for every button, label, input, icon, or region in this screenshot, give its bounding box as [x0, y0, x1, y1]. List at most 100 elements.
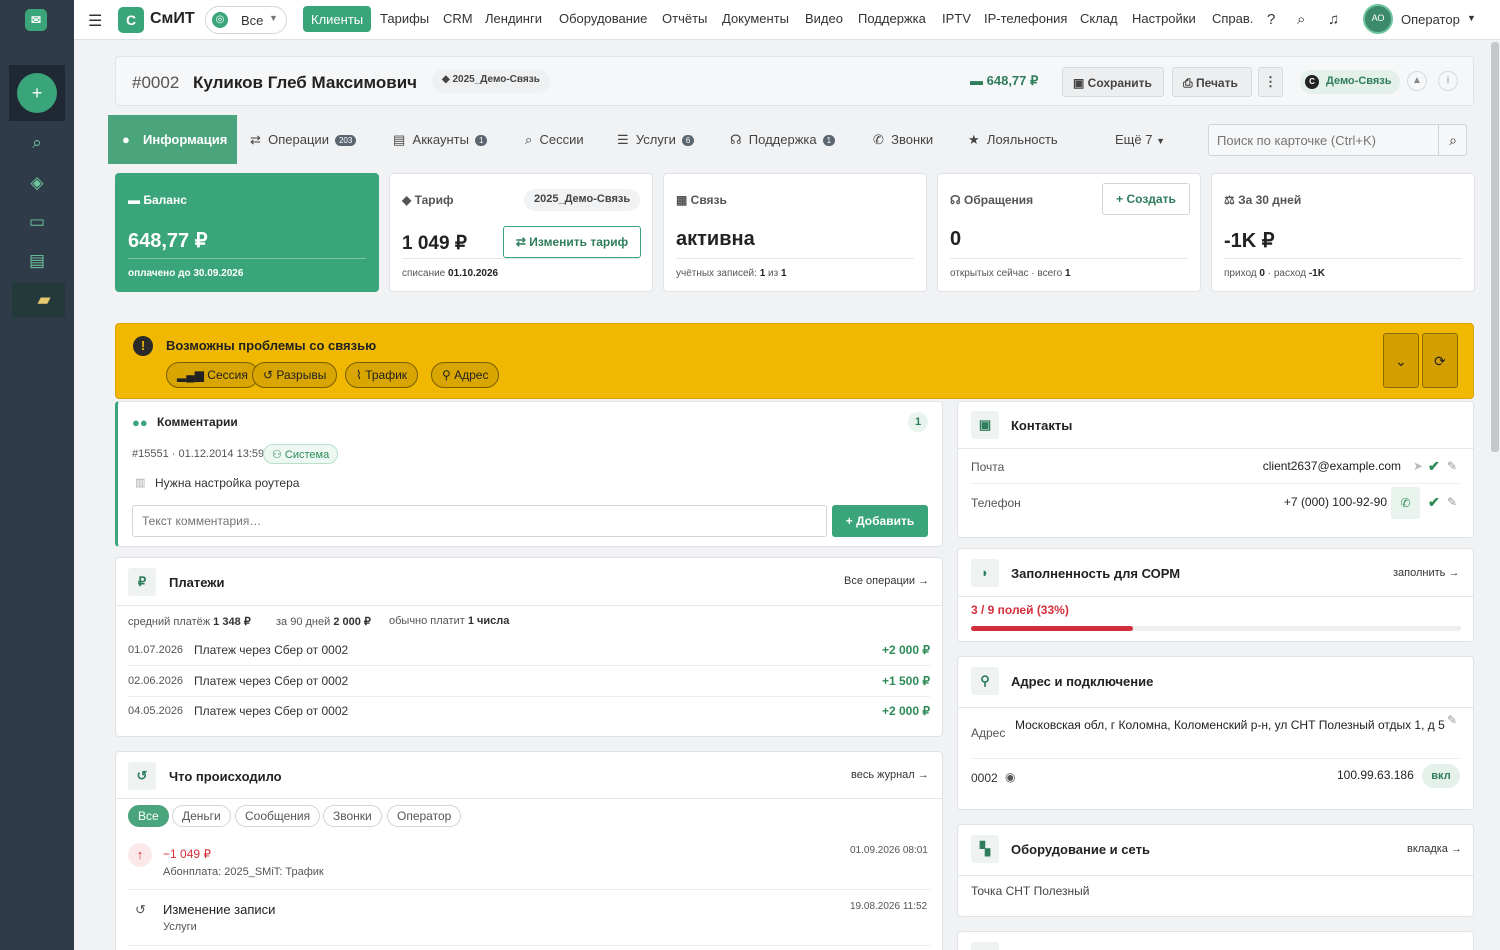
tab-more[interactable]: Ещё 7 ▼	[1115, 132, 1165, 147]
menu-icon[interactable]: ☰	[88, 11, 102, 31]
filter-messages[interactable]: Сообщения	[235, 805, 321, 827]
search-icon[interactable]: ⌕	[1297, 11, 1305, 28]
account-login[interactable]: 0002	[971, 771, 998, 785]
fill-sorm-link[interactable]: заполнить →	[1393, 567, 1459, 579]
filter-calls[interactable]: Звонки	[323, 805, 382, 827]
tab-loyalty[interactable]: ★ Лояльность	[968, 132, 1058, 148]
bell-icon[interactable]: ♫	[1328, 11, 1339, 28]
user-icon: ●	[122, 132, 130, 147]
nav-reports[interactable]: Отчёты	[662, 11, 707, 26]
equipment-tab-link[interactable]: вкладка →	[1407, 843, 1462, 855]
tab-info[interactable]: ● Информация	[108, 115, 237, 164]
chevron-down-icon[interactable]: ▼	[1467, 13, 1476, 23]
tariff-name-badge: 2025_Демо-Связь	[524, 189, 641, 211]
brand-name[interactable]: СмИТ	[150, 10, 195, 28]
payment-row[interactable]: 04.05.2026 Платеж через Сбер от 0002 +2 …	[128, 697, 930, 727]
tab-accounts-badge: 1	[474, 135, 488, 147]
tab-calls[interactable]: ✆ Звонки	[873, 132, 933, 148]
graduation-cap-icon[interactable]: ▲	[1407, 71, 1427, 91]
search-input[interactable]	[1209, 125, 1438, 155]
nav-support[interactable]: Поддержка	[858, 11, 926, 26]
search-button[interactable]: ⌕	[1438, 125, 1467, 155]
tab-operations[interactable]: ⇄ Операции 203	[250, 132, 357, 148]
trash-icon[interactable]: ▥	[135, 476, 145, 489]
chip-address[interactable]: ⚲ Адрес	[431, 362, 500, 388]
edit-icon[interactable]: ✎	[1447, 713, 1457, 727]
print-button[interactable]: ⎙ Печать	[1172, 67, 1252, 97]
edit-icon[interactable]: ✎	[1447, 459, 1457, 473]
add-comment-button[interactable]: + Добавить	[832, 505, 928, 537]
tab-services[interactable]: ☰ Услуги 6	[617, 132, 695, 148]
phone-value[interactable]: +7 (000) 100-92-90	[1284, 495, 1387, 509]
nav-crm[interactable]: CRM	[443, 11, 473, 26]
receipt-icon[interactable]: ▤	[26, 250, 48, 272]
comment-author: ⚇ Система	[263, 444, 339, 464]
nav-iptv[interactable]: IPTV	[942, 11, 971, 26]
payment-description: Платеж через Сбер от 0002	[194, 674, 349, 688]
filter-money[interactable]: Деньги	[172, 805, 231, 827]
nav-documents[interactable]: Документы	[722, 11, 789, 26]
payment-row[interactable]: 01.07.2026 Платеж через Сбер от 0002 +2 …	[128, 636, 930, 666]
collapse-button[interactable]: ⌄	[1383, 333, 1419, 388]
user-role[interactable]: Оператор	[1401, 12, 1460, 27]
wallet-icon: ▬	[128, 193, 144, 207]
app-logo-icon[interactable]: ✉	[25, 9, 47, 31]
nav-video[interactable]: Видео	[805, 11, 843, 26]
org-badge[interactable]: С Демо-Связь	[1300, 70, 1400, 94]
history-item-time: 01.09.2026 08:01	[850, 845, 928, 856]
chevron-down-icon: ⌄	[1395, 353, 1407, 369]
send-icon[interactable]: ➤	[1413, 459, 1423, 473]
tariff-tag[interactable]: ◆ 2025_Демо-Связь	[432, 69, 550, 93]
full-journal-link[interactable]: весь журнал →	[851, 769, 929, 781]
chip-traffic[interactable]: ⌇ Трафик	[345, 362, 419, 388]
nav-tariffs[interactable]: Тарифы	[380, 11, 429, 26]
create-ticket-button[interactable]: + Создать	[1102, 183, 1190, 215]
email-value[interactable]: client2637@example.com	[1263, 459, 1401, 473]
month-summary: приход 0 · расход -1K	[1224, 268, 1325, 279]
contacts-icon: ▣	[971, 411, 999, 439]
link-sub-mid: из	[768, 268, 779, 279]
filter-all[interactable]: Все	[128, 805, 169, 827]
payment-amount: +2 000 ₽	[881, 643, 930, 657]
edit-icon[interactable]: ✎	[1447, 495, 1457, 509]
comment-input[interactable]	[132, 505, 827, 537]
brand-logo[interactable]: С	[118, 7, 144, 33]
eye-icon[interactable]: ◉	[1005, 770, 1015, 784]
scrollbar[interactable]	[1491, 42, 1499, 452]
avatar[interactable]: АО	[1363, 4, 1393, 34]
change-tariff-button[interactable]: ⇄ Изменить тариф	[503, 226, 641, 258]
payment-row[interactable]: 02.06.2026 Платеж через Сбер от 0002 +1 …	[128, 667, 930, 697]
more-icon[interactable]: ⋮	[1258, 67, 1283, 97]
nav-equipment[interactable]: Оборудование	[559, 11, 647, 26]
chip-drops[interactable]: ↺ Разрывы	[252, 362, 338, 388]
wallet-icon[interactable]: ▭	[26, 211, 48, 233]
help-icon[interactable]: ?	[1267, 11, 1275, 28]
call-button[interactable]: ✆	[1391, 487, 1420, 519]
search-icon: ⌕	[1449, 132, 1457, 148]
filter-operator[interactable]: Оператор	[387, 805, 462, 827]
add-client-button[interactable]: +	[9, 65, 65, 121]
chip-session[interactable]: ▂▄▆ Сессия	[166, 362, 259, 388]
link-label-text: Связь	[690, 193, 727, 207]
nav-settings[interactable]: Настройки	[1132, 11, 1196, 26]
contacts-card: ▣ Контакты Почта client2637@example.com …	[957, 401, 1474, 538]
all-operations-link[interactable]: Все операции →	[844, 575, 929, 587]
tab-sessions[interactable]: ⌕ Сессии	[525, 132, 584, 148]
nav-landings[interactable]: Лендинги	[485, 11, 542, 26]
save-button[interactable]: ▣ Сохранить	[1062, 67, 1164, 97]
nav-ip-telephony[interactable]: IP-телефония	[984, 11, 1067, 26]
exchange-icon: ⇄	[515, 235, 530, 249]
connection-state-badge[interactable]: вкл	[1422, 764, 1460, 788]
tab-accounts[interactable]: ▤ Аккаунты 1	[393, 132, 488, 148]
nav-warehouse[interactable]: Склад	[1080, 11, 1118, 26]
nav-reference[interactable]: Справ.	[1212, 11, 1253, 26]
refresh-button[interactable]: ⟳	[1422, 333, 1458, 388]
folder-icon[interactable]: ▰	[33, 289, 55, 311]
scope-select[interactable]: ◎ Все ▼	[205, 6, 287, 34]
nav-clients[interactable]: Клиенты	[303, 6, 372, 32]
tab-support[interactable]: ☊ Поддержка 1	[730, 132, 836, 148]
search-icon[interactable]: ⌕	[26, 132, 48, 154]
payment-date: 04.05.2026	[128, 705, 184, 717]
map-icon[interactable]: ◈	[26, 172, 48, 194]
info-icon[interactable]: i	[1438, 71, 1458, 91]
